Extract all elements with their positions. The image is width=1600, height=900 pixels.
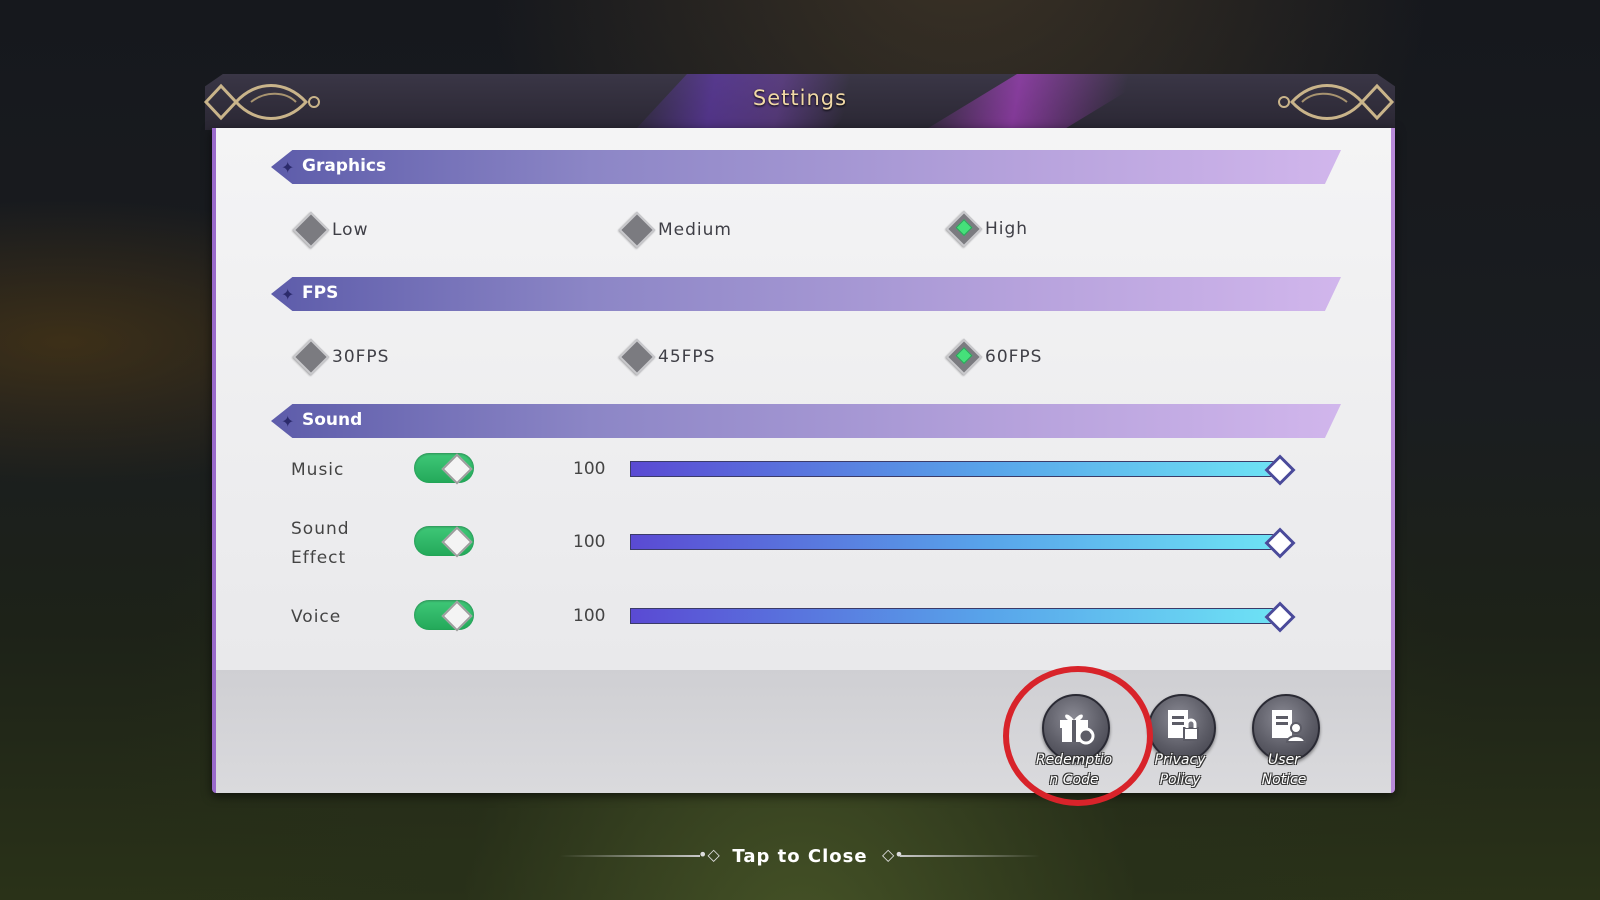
settings-panel: ✦ Graphics Low Medium High ✦ FPS 30FPS 4… — [212, 128, 1395, 793]
highlight-circle — [1003, 666, 1153, 806]
slider-fill — [630, 608, 1280, 624]
dialog-title: Settings — [752, 86, 848, 110]
section-header-sound: ✦ Sound — [271, 404, 1341, 438]
toggle-knob — [441, 526, 473, 558]
radio-diamond-icon — [292, 211, 330, 249]
user-notice-label: User Notice — [1234, 750, 1334, 790]
section-star-icon: ✦ — [281, 158, 295, 177]
section-title: FPS — [302, 283, 339, 303]
music-volume-slider[interactable] — [630, 454, 1296, 486]
header-decoration-streak — [925, 74, 1155, 130]
slider-handle[interactable] — [1264, 454, 1296, 486]
slider-handle[interactable] — [1264, 527, 1296, 559]
voice-toggle[interactable] — [414, 600, 474, 632]
slider-fill — [630, 461, 1280, 477]
option-label: Medium — [658, 220, 732, 240]
section-header-fps: ✦ FPS — [271, 277, 1341, 311]
header-ornament-right — [1278, 83, 1395, 121]
radio-diamond-icon — [618, 211, 656, 249]
option-label: 60FPS — [985, 347, 1043, 367]
graphics-option-medium[interactable]: Medium — [618, 211, 732, 249]
document-user-icon — [1272, 710, 1306, 743]
radio-diamond-icon — [618, 338, 656, 376]
radio-diamond-selected-icon — [945, 210, 983, 248]
music-toggle[interactable] — [414, 453, 474, 485]
section-star-icon: ✦ — [281, 412, 295, 431]
fps-option-45[interactable]: 45FPS — [618, 338, 716, 376]
graphics-option-low[interactable]: Low — [292, 211, 369, 249]
voice-volume-slider[interactable] — [630, 601, 1296, 633]
label-line: Policy — [1159, 772, 1201, 788]
label-line: Notice — [1261, 772, 1307, 788]
radio-diamond-selected-icon — [945, 338, 983, 376]
graphics-option-high[interactable]: High — [945, 210, 1029, 248]
option-label: Low — [332, 220, 369, 240]
sound-effect-label: Sound Effect — [291, 519, 350, 568]
document-lock-icon — [1168, 710, 1199, 741]
close-divider-right — [900, 855, 1040, 857]
section-title: Sound — [302, 410, 363, 430]
voice-volume-value: 100 — [573, 606, 606, 626]
option-label: 30FPS — [332, 347, 390, 367]
radio-diamond-icon — [292, 338, 330, 376]
toggle-knob — [441, 453, 473, 485]
label-line: User — [1268, 752, 1300, 768]
option-label: High — [985, 219, 1029, 239]
music-label: Music — [291, 460, 345, 480]
label-line: Privacy — [1154, 752, 1206, 768]
section-title: Graphics — [302, 156, 387, 176]
option-label: 45FPS — [658, 347, 716, 367]
slider-fill — [630, 534, 1280, 550]
sound-effect-volume-slider[interactable] — [630, 527, 1296, 559]
section-star-icon: ✦ — [281, 285, 295, 304]
section-header-graphics: ✦ Graphics — [271, 150, 1341, 184]
tap-to-close[interactable]: •◇ Tap to Close ◇• — [560, 838, 1040, 874]
header-ornament-left — [203, 83, 320, 121]
sound-effect-volume-value: 100 — [573, 532, 606, 552]
toggle-knob — [441, 600, 473, 632]
voice-label: Voice — [291, 607, 342, 627]
fps-option-60[interactable]: 60FPS — [945, 338, 1043, 376]
sound-effect-toggle[interactable] — [414, 526, 474, 558]
fps-option-30[interactable]: 30FPS — [292, 338, 390, 376]
music-volume-value: 100 — [573, 459, 606, 479]
slider-handle[interactable] — [1264, 601, 1296, 633]
panel-footer: Redemptio n Code Privacy Policy User Not… — [216, 670, 1391, 793]
